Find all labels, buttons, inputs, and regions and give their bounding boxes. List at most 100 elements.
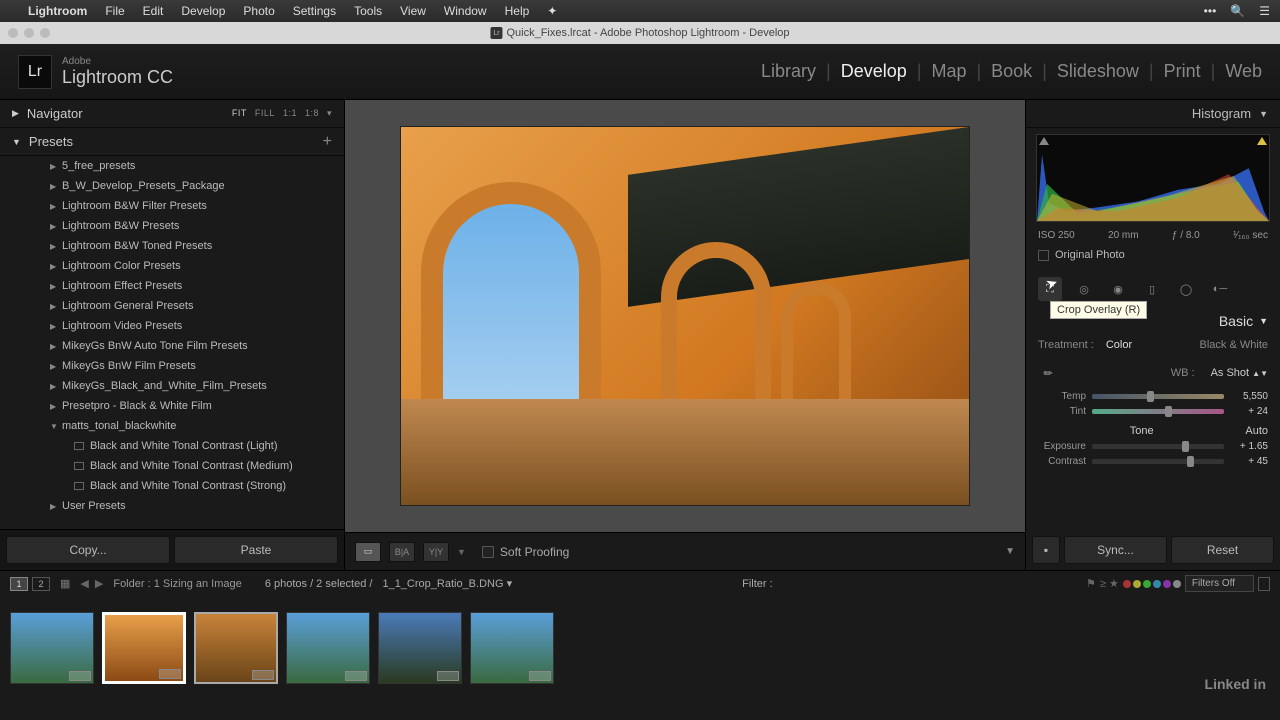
wb-value[interactable]: As Shot ▲▼ (1211, 367, 1268, 379)
module-develop[interactable]: Develop (841, 61, 907, 82)
presets-header[interactable]: ▼ Presets + (0, 128, 344, 156)
navigator-header[interactable]: ▶ Navigator FIT FILL 1:1 1:8 ▾ (0, 100, 344, 128)
nav-more-icon[interactable]: ▾ (327, 108, 332, 119)
redeye-tool-icon[interactable]: ◉ (1106, 277, 1130, 301)
folder-path[interactable]: Folder : 1 Sizing an Image (113, 578, 241, 590)
thumbnail[interactable] (286, 612, 370, 684)
menu-window[interactable]: Window (444, 4, 487, 18)
toolbar-dropdown-icon[interactable]: ▼ (1005, 546, 1015, 557)
nav-1-1[interactable]: 1:1 (283, 108, 297, 119)
menubar-more-icon[interactable]: ••• (1204, 4, 1217, 18)
nav-1-8[interactable]: 1:8 (305, 108, 319, 119)
second-window-icon[interactable]: 2 (32, 577, 50, 591)
exposure-slider[interactable] (1092, 444, 1224, 449)
contrast-value[interactable]: + 45 (1230, 456, 1268, 467)
auto-tone-button[interactable]: Auto (1245, 425, 1268, 437)
preset-folder[interactable]: ▶B_W_Develop_Presets_Package (0, 176, 344, 196)
histogram[interactable] (1036, 134, 1270, 222)
preset-folder-open[interactable]: ▼matts_tonal_blackwhite (0, 416, 344, 436)
photo-preview[interactable] (400, 126, 970, 506)
exposure-value[interactable]: + 1.65 (1230, 441, 1268, 452)
preset-folder[interactable]: ▶Lightroom B&W Presets (0, 216, 344, 236)
filter-preset-dropdown[interactable]: Filters Off (1185, 575, 1254, 592)
grid-icon[interactable]: ▦ (60, 577, 70, 590)
preset-folder[interactable]: ▶MikeyGs BnW Film Presets (0, 356, 344, 376)
preset-folder[interactable]: ▶Lightroom B&W Toned Presets (0, 236, 344, 256)
menu-app[interactable]: Lightroom (28, 4, 87, 18)
before-after-lr-icon[interactable]: B|A (389, 542, 415, 562)
white-balance-picker-icon[interactable]: ✎ (1034, 359, 1062, 387)
filter-lock-icon[interactable] (1258, 577, 1270, 591)
preset-folder[interactable]: ▶User Presets (0, 496, 344, 516)
module-web[interactable]: Web (1225, 61, 1262, 82)
current-file[interactable]: 1_1_Crop_Ratio_B.DNG ▾ (382, 577, 512, 590)
nav-fit[interactable]: FIT (232, 108, 247, 119)
zoom-window-icon[interactable] (40, 28, 50, 38)
color-label-filter[interactable] (1123, 580, 1181, 588)
menu-help[interactable]: Help (505, 4, 530, 18)
reset-button[interactable]: Reset (1171, 536, 1274, 564)
prev-photo-icon[interactable]: ◀ (80, 577, 88, 590)
preset-folder[interactable]: ▶Lightroom Video Presets (0, 316, 344, 336)
tint-value[interactable]: + 24 (1230, 406, 1268, 417)
menu-settings[interactable]: Settings (293, 4, 336, 18)
preset-item[interactable]: Black and White Tonal Contrast (Light) (0, 436, 344, 456)
main-window-icon[interactable]: 1 (10, 577, 28, 591)
original-photo-checkbox[interactable] (1038, 250, 1049, 261)
graduated-filter-icon[interactable]: ▯ (1140, 277, 1164, 301)
close-window-icon[interactable] (8, 28, 18, 38)
preset-folder[interactable]: ▶MikeyGs_Black_and_White_Film_Presets (0, 376, 344, 396)
contrast-slider[interactable] (1092, 459, 1224, 464)
menu-extra-icon[interactable]: ✦ (547, 4, 557, 18)
adjustment-brush-icon[interactable]: ◐─ (1208, 277, 1232, 301)
menubar-list-icon[interactable]: ☰ (1259, 4, 1270, 18)
loupe-view-icon[interactable]: ▭ (355, 542, 381, 562)
nav-fill[interactable]: FILL (255, 108, 275, 119)
preset-item[interactable]: Black and White Tonal Contrast (Strong) (0, 476, 344, 496)
preset-folder[interactable]: ▶5_free_presets (0, 156, 344, 176)
histogram-header[interactable]: Histogram ▼ (1026, 100, 1280, 128)
menu-tools[interactable]: Tools (354, 4, 382, 18)
menu-develop[interactable]: Develop (181, 4, 225, 18)
thumbnail[interactable] (378, 612, 462, 684)
menu-photo[interactable]: Photo (243, 4, 274, 18)
menu-edit[interactable]: Edit (143, 4, 164, 18)
temp-value[interactable]: 5,550 (1230, 391, 1268, 402)
module-library[interactable]: Library (761, 61, 816, 82)
paste-button[interactable]: Paste (174, 536, 338, 564)
thumbnail[interactable] (10, 612, 94, 684)
soft-proofing-checkbox[interactable] (482, 546, 494, 558)
preset-item[interactable]: Black and White Tonal Contrast (Medium) (0, 456, 344, 476)
preset-folder[interactable]: ▶Lightroom General Presets (0, 296, 344, 316)
module-print[interactable]: Print (1164, 61, 1201, 82)
shadow-clip-icon[interactable] (1039, 137, 1049, 145)
preset-folder[interactable]: ▶Lightroom B&W Filter Presets (0, 196, 344, 216)
thumbnail-selected[interactable] (194, 612, 278, 684)
flag-filter-icon[interactable]: ⚑ (1086, 577, 1096, 590)
next-photo-icon[interactable]: ▶ (95, 577, 103, 590)
preset-folder[interactable]: ▶Lightroom Effect Presets (0, 276, 344, 296)
radial-filter-icon[interactable]: ◯ (1174, 277, 1198, 301)
module-map[interactable]: Map (931, 61, 966, 82)
minimize-window-icon[interactable] (24, 28, 34, 38)
module-slideshow[interactable]: Slideshow (1057, 61, 1139, 82)
spotlight-icon[interactable]: 🔍 (1230, 4, 1245, 18)
preset-folder[interactable]: ▶Presetpro - Black & White Film (0, 396, 344, 416)
thumbnail-selected[interactable] (102, 612, 186, 684)
treatment-color[interactable]: Color (1106, 339, 1132, 351)
sync-button[interactable]: Sync... (1064, 536, 1167, 564)
copy-button[interactable]: Copy... (6, 536, 170, 564)
preset-folder[interactable]: ▶MikeyGs BnW Auto Tone Film Presets (0, 336, 344, 356)
tint-slider[interactable] (1092, 409, 1224, 414)
module-book[interactable]: Book (991, 61, 1032, 82)
highlight-clip-icon[interactable] (1257, 137, 1267, 145)
add-preset-icon[interactable]: + (323, 133, 332, 151)
treatment-bw[interactable]: Black & White (1200, 339, 1268, 351)
preset-folder[interactable]: ▶Lightroom Color Presets (0, 256, 344, 276)
spot-removal-icon[interactable]: ◎ (1072, 277, 1096, 301)
temp-slider[interactable] (1092, 394, 1224, 399)
sync-switch-icon[interactable]: ▪ (1032, 536, 1060, 564)
before-after-tb-icon[interactable]: Y|Y (423, 542, 449, 562)
thumbnail[interactable] (470, 612, 554, 684)
menu-view[interactable]: View (400, 4, 426, 18)
